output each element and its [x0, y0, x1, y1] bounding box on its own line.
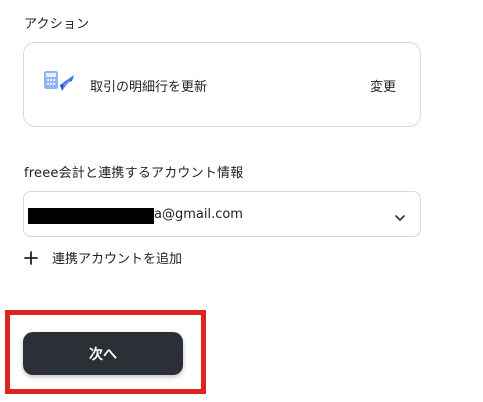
- add-account-link[interactable]: 連携アカウントを追加: [24, 247, 182, 267]
- redacted-email-prefix: [28, 208, 154, 224]
- plus-icon: [24, 250, 38, 265]
- next-button[interactable]: 次へ: [23, 332, 183, 375]
- account-section-label: freee会計と連携するアカウント情報: [24, 166, 244, 181]
- action-section-label: アクション: [24, 17, 90, 32]
- change-action-button[interactable]: 変更: [370, 76, 396, 95]
- freee-accounting-icon: [42, 69, 76, 99]
- account-select[interactable]: a@gmail.com: [23, 191, 421, 237]
- selected-account-email: a@gmail.com: [154, 207, 243, 222]
- add-account-label: 連携アカウントを追加: [52, 251, 183, 267]
- action-name: 取引の明細行を更新: [90, 80, 208, 95]
- action-card: 取引の明細行を更新 変更: [23, 42, 421, 127]
- chevron-down-icon: [394, 209, 406, 221]
